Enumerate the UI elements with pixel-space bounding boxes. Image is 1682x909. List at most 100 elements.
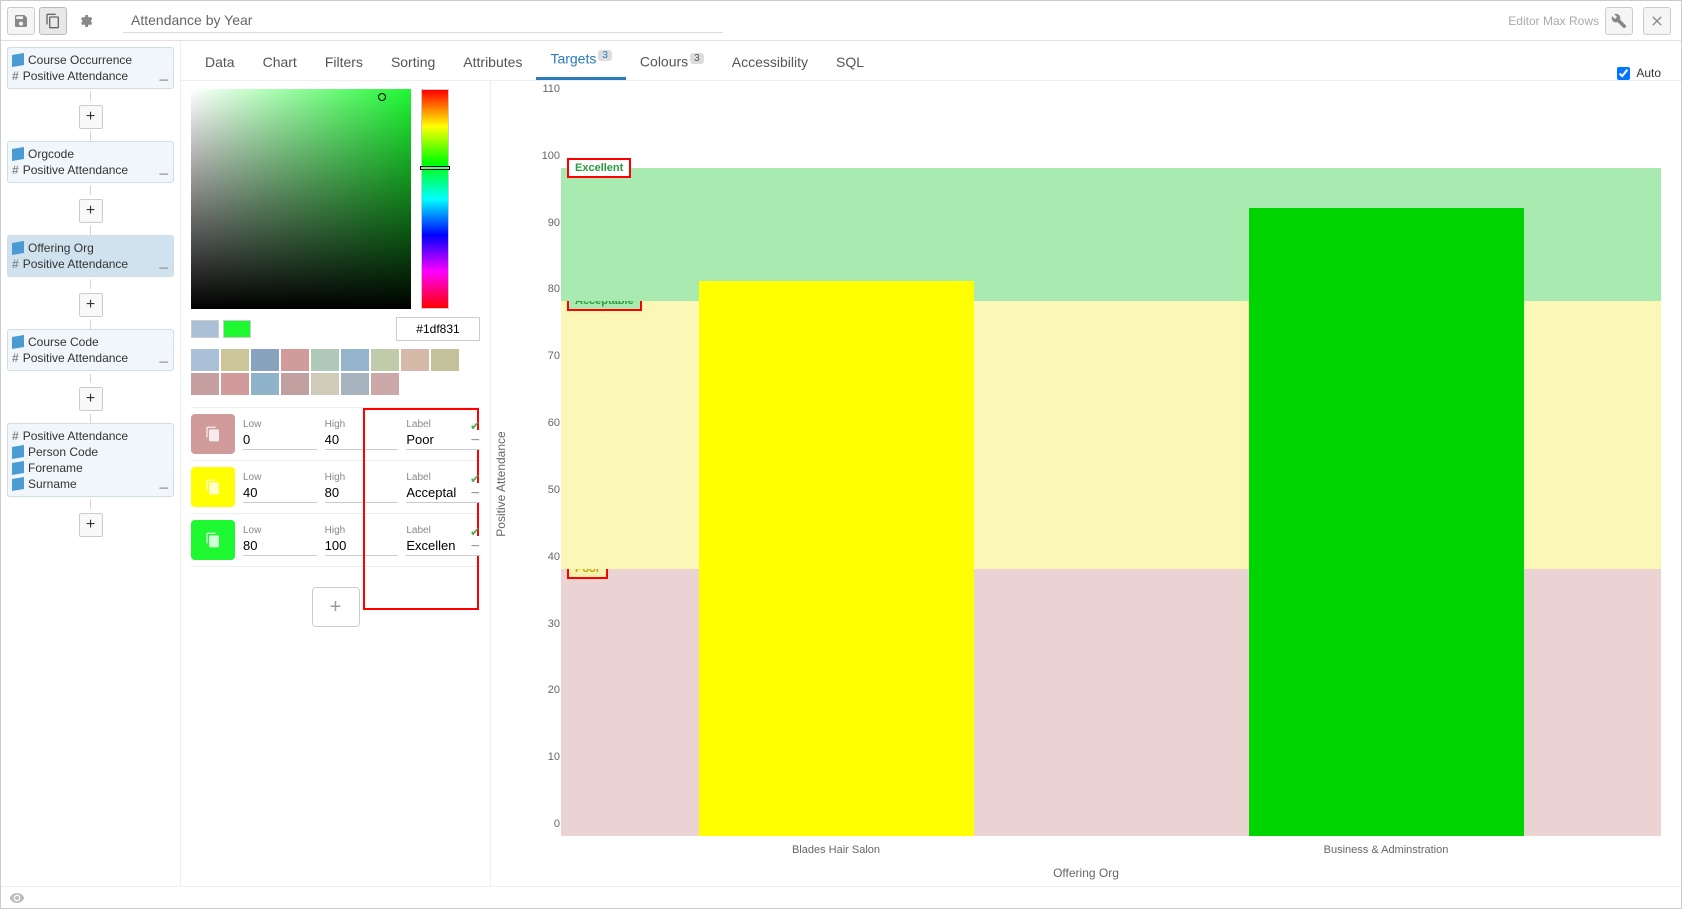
palette-swatch[interactable] [251,373,279,395]
palette-swatch[interactable] [281,349,309,371]
remove-group-button[interactable]: − [158,482,169,494]
remove-target-button[interactable]: − [471,485,480,503]
drilldown-group[interactable]: #Positive AttendancePerson CodeForenameS… [7,423,174,497]
measure-icon: # [12,429,19,443]
close-button[interactable] [1643,7,1671,35]
target-label-input[interactable] [406,430,480,450]
target-low-label: Low [243,419,317,430]
y-tick: 40 [548,551,560,563]
color-hex-input[interactable] [396,317,480,341]
targets-config-panel: LowHighLabel✔−LowHighLabel✔−LowHighLabel… [181,81,491,886]
palette-swatch[interactable] [281,373,309,395]
tab-accessibility[interactable]: Accessibility [718,44,822,80]
y-tick: 90 [548,217,560,229]
copy-icon [205,479,221,495]
palette-swatch[interactable] [251,349,279,371]
palette-swatch[interactable] [191,373,219,395]
drilldown-group[interactable]: Course Code#Positive Attendance− [7,329,174,371]
y-tick: 20 [548,684,560,696]
auto-checkbox[interactable] [1617,67,1630,80]
drilldown-field: Surname [12,476,169,492]
target-color-box[interactable] [191,467,235,507]
remove-group-button[interactable]: − [158,74,169,86]
drilldown-group[interactable]: Orgcode#Positive Attendance− [7,141,174,183]
remove-group-button[interactable]: − [158,356,169,368]
add-group-button[interactable]: + [79,105,103,129]
drilldown-group[interactable]: Course Occurrence#Positive Attendance− [7,47,174,89]
auto-label: Auto [1636,66,1661,80]
tab-sorting[interactable]: Sorting [377,44,449,80]
tab-data[interactable]: Data [191,44,249,80]
color-saturation-value-box[interactable] [191,89,411,309]
dimension-icon [12,461,24,475]
field-label: Positive Attendance [23,163,128,177]
target-low-input[interactable] [243,536,317,556]
copy-icon [205,426,221,442]
save-icon [13,13,29,29]
drilldown-field: #Positive Attendance [12,350,169,366]
tab-colours[interactable]: Colours3 [626,43,718,80]
tab-attributes[interactable]: Attributes [449,44,536,80]
palette-swatch[interactable] [431,349,459,371]
target-color-box[interactable] [191,520,235,560]
drilldown-field: #Positive Attendance [12,68,169,84]
palette-swatch[interactable] [401,349,429,371]
target-label-input[interactable] [406,536,480,556]
copy-button[interactable] [39,7,67,35]
tab-sql[interactable]: SQL [822,44,878,80]
palette-swatch[interactable] [341,373,369,395]
palette-swatch[interactable] [311,373,339,395]
check-icon: ✔ [470,472,480,486]
palette-swatch[interactable] [221,373,249,395]
color-hue-bar[interactable] [421,89,449,309]
add-group-button[interactable]: + [79,387,103,411]
remove-group-button[interactable]: − [158,168,169,180]
add-target-button[interactable]: + [312,587,360,627]
config-tabs: DataChartFiltersSortingAttributesTargets… [181,41,1681,81]
drilldown-field: #Positive Attendance [12,428,169,444]
dimension-icon [12,241,24,255]
dimension-icon [12,445,24,459]
remove-target-button[interactable]: − [471,538,480,556]
palette-swatch[interactable] [311,349,339,371]
tab-chart[interactable]: Chart [249,44,311,80]
field-label: Course Code [28,335,99,349]
drilldown-group[interactable]: Offering Org#Positive Attendance− [7,235,174,277]
x-tick-label: Business & Adminstration [1111,844,1661,856]
target-label-input[interactable] [406,483,480,503]
copy-icon [45,13,61,29]
target-color-box[interactable] [191,414,235,454]
measure-icon: # [12,163,19,177]
palette-swatch[interactable] [371,349,399,371]
field-label: Positive Attendance [23,69,128,83]
report-title-input[interactable] [123,8,723,33]
add-group-button[interactable]: + [79,199,103,223]
target-high-input[interactable] [325,536,399,556]
palette-swatch[interactable] [191,349,219,371]
chart-bar [699,281,974,836]
palette-swatch[interactable] [221,349,249,371]
tab-filters[interactable]: Filters [311,44,377,80]
eye-icon [9,890,25,906]
remove-group-button[interactable]: − [158,262,169,274]
tab-targets[interactable]: Targets3 [536,41,625,80]
target-label-label: Label [406,472,480,483]
palette-swatch[interactable] [371,373,399,395]
target-label-label: Label [406,419,480,430]
target-row: LowHighLabel✔− [191,514,480,567]
sidebar-drilldown: Course Occurrence#Positive Attendance−|+… [1,41,181,886]
remove-target-button[interactable]: − [471,432,480,450]
target-low-input[interactable] [243,483,317,503]
add-group-button[interactable]: + [79,293,103,317]
target-high-input[interactable] [325,483,399,503]
tool-button[interactable] [1605,7,1633,35]
add-group-button[interactable]: + [79,513,103,537]
settings-button[interactable] [71,7,99,35]
target-low-input[interactable] [243,430,317,450]
target-high-input[interactable] [325,430,399,450]
target-low-label: Low [243,472,317,483]
save-button[interactable] [7,7,35,35]
dimension-icon [12,53,24,67]
field-label: Offering Org [28,241,94,255]
palette-swatch[interactable] [341,349,369,371]
